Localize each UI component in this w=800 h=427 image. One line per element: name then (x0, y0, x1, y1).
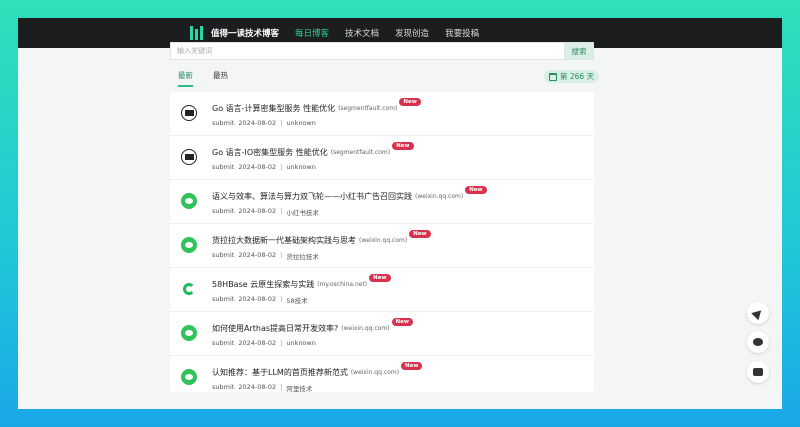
new-badge: New (391, 318, 413, 326)
article-submit-label: submit (212, 295, 235, 303)
article-date: 2024-08-02 (238, 119, 277, 127)
wechat-icon (181, 325, 197, 341)
tab-hottest[interactable]: 最热 (213, 70, 228, 87)
article-date: 2024-08-02 (238, 251, 277, 259)
article-domain: (segmentfault.com) (338, 104, 398, 112)
article-row[interactable]: 如何使用Arthas提高日常开发效率? (weixin.qq.com) New sub… (170, 312, 594, 356)
site-brand[interactable]: 值得一读技术博客 (211, 27, 279, 39)
send-icon (751, 306, 765, 320)
article-domain: (weixin.qq.com) (350, 368, 400, 376)
meta-separator: | (280, 207, 283, 215)
article-domain: (weixin.qq.com) (415, 192, 464, 200)
article-title[interactable]: 货拉拉大数据新一代基础架构实践与思考 (212, 235, 356, 246)
meta-separator: | (280, 163, 283, 171)
new-badge: New (399, 98, 421, 106)
article-submit-label: submit (212, 207, 235, 215)
wechat-icon (753, 338, 763, 346)
article-submit-label: submit (212, 339, 235, 347)
float-send-button[interactable] (747, 302, 769, 324)
search-input[interactable] (170, 42, 564, 60)
article-author[interactable]: unknown (286, 339, 316, 347)
article-row[interactable]: 货拉拉大数据新一代基础架构实践与思考 (weixin.qq.com) New subm… (170, 224, 594, 268)
article-date: 2024-08-02 (238, 383, 277, 391)
day-count-badge: 第 266 天 (544, 70, 600, 83)
meta-separator: | (280, 119, 283, 127)
float-chat-button[interactable] (747, 361, 769, 383)
article-author[interactable]: unknown (286, 119, 316, 127)
article-title[interactable]: Go 语言-IO密集型服务 性能优化 (212, 147, 328, 158)
wechat-icon (181, 193, 197, 209)
article-author[interactable]: 阿里技术 (286, 383, 312, 392)
article-title[interactable]: 58HBase 云原生探索与实践 (212, 279, 314, 290)
search-button[interactable]: 搜索 (564, 42, 594, 60)
calendar-icon (549, 72, 557, 81)
article-author[interactable]: 58技术 (286, 295, 307, 305)
article-title[interactable]: 语义与效率、算法与算力双飞轮——小红书广告召回实践 (212, 191, 412, 202)
article-row[interactable]: 认知推荐：基于LLM的首页推荐新范式 (weixin.qq.com) New subm… (170, 356, 594, 392)
day-count-text: 第 266 天 (560, 72, 595, 81)
article-row[interactable]: Go 语言-IO密集型服务 性能优化 (segmentfault.com) New s… (170, 136, 594, 180)
article-row[interactable]: 语义与效率、算法与算力双飞轮——小红书广告召回实践 (weixin.qq.com)… (170, 180, 594, 224)
oschina-icon (181, 281, 197, 297)
new-badge: New (409, 230, 431, 238)
nav-submit[interactable]: 我要投稿 (445, 27, 479, 39)
nav-discover[interactable]: 发现创造 (395, 27, 429, 39)
article-date: 2024-08-02 (238, 295, 277, 303)
article-author[interactable]: unknown (286, 163, 316, 171)
new-badge: New (465, 186, 487, 194)
tab-latest[interactable]: 最新 (178, 70, 193, 87)
article-row[interactable]: 58HBase 云原生探索与实践 (my.oschina.net) New submi… (170, 268, 594, 312)
article-title[interactable]: 如何使用Arthas提高日常开发效率? (212, 323, 338, 334)
article-date: 2024-08-02 (238, 339, 277, 347)
article-submit-label: submit (212, 251, 235, 259)
wechat-icon (181, 369, 197, 385)
list-tabs: 最新 最热 (178, 70, 228, 87)
meta-separator: | (280, 251, 283, 259)
nav-daily-blog[interactable]: 每日博客 (295, 27, 329, 39)
new-badge: New (369, 274, 391, 282)
chat-icon (753, 368, 763, 376)
segmentfault-icon (181, 105, 197, 121)
article-title[interactable]: 认知推荐：基于LLM的首页推荐新范式 (212, 367, 348, 378)
meta-separator: | (280, 295, 283, 303)
article-domain: (weixin.qq.com) (341, 324, 390, 332)
float-wechat-button[interactable] (747, 331, 769, 353)
article-list: Go 语言-计算密集型服务 性能优化 (segmentfault.com) New s… (170, 92, 594, 392)
new-badge: New (392, 142, 414, 150)
article-domain: (weixin.qq.com) (359, 236, 408, 244)
article-title[interactable]: Go 语言-计算密集型服务 性能优化 (212, 103, 335, 114)
segmentfault-icon (181, 149, 197, 165)
meta-separator: | (280, 339, 283, 347)
meta-separator: | (280, 383, 283, 391)
article-submit-label: submit (212, 119, 235, 127)
article-submit-label: submit (212, 163, 235, 171)
article-author[interactable]: 小红书技术 (286, 207, 319, 217)
search-bar: 搜索 (170, 42, 594, 60)
article-row[interactable]: Go 语言-计算密集型服务 性能优化 (segmentfault.com) New s… (170, 92, 594, 136)
article-date: 2024-08-02 (238, 207, 277, 215)
article-date: 2024-08-02 (238, 163, 277, 171)
article-domain: (my.oschina.net) (317, 280, 368, 288)
article-author[interactable]: 货拉拉技术 (286, 251, 319, 261)
site-logo-icon[interactable] (190, 26, 204, 40)
article-submit-label: submit (212, 383, 235, 391)
nav-tech-docs[interactable]: 技术文档 (345, 27, 379, 39)
new-badge: New (401, 362, 423, 370)
wechat-icon (181, 237, 197, 253)
article-domain: (segmentfault.com) (330, 148, 391, 156)
